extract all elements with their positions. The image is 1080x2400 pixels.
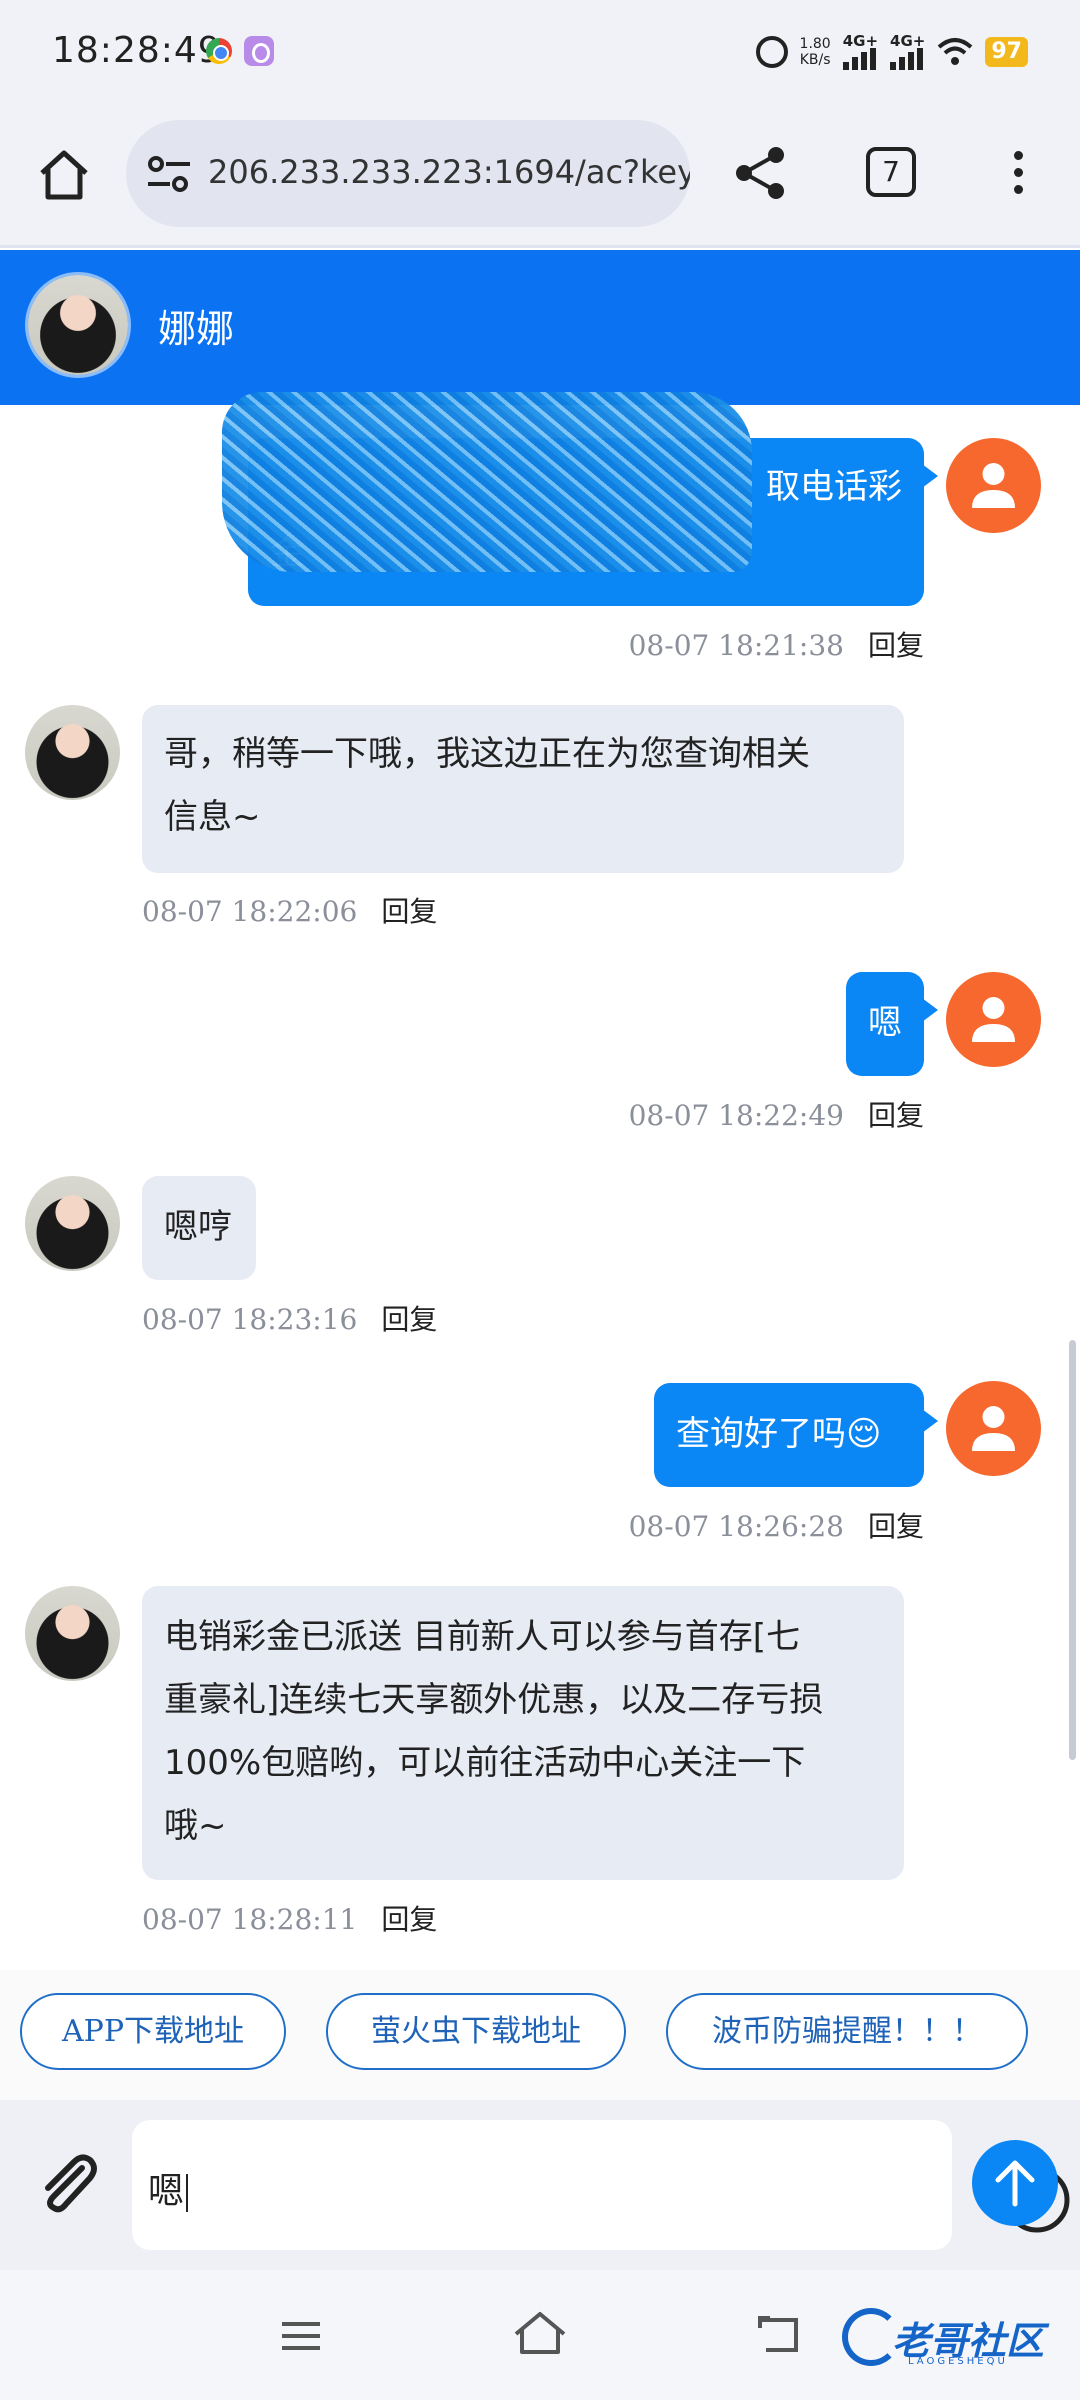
- message-input-text: 嗯: [148, 2171, 185, 2212]
- sim1-label: 4G+: [842, 32, 879, 50]
- attachment-icon[interactable]: [32, 2148, 102, 2218]
- home-icon[interactable]: [34, 145, 94, 205]
- quick-action-app-download[interactable]: APP下载地址: [20, 1993, 286, 2070]
- arrow-up-icon: [995, 2160, 1035, 2207]
- chat-header: 娜娜: [0, 250, 1080, 405]
- user-icon: [972, 463, 1015, 508]
- reply-link[interactable]: 回复: [868, 1510, 924, 1543]
- message-timestamp: 08-07 18:23:16: [142, 1303, 358, 1336]
- message-timestamp: 08-07 18:28:11: [142, 1903, 358, 1936]
- recents-icon[interactable]: [280, 2318, 322, 2354]
- message-text: 哥，稍等一下哦，我这边正在为您查询相关: [164, 734, 810, 774]
- contact-avatar[interactable]: [25, 272, 131, 378]
- network-speed: 1.80 KB/s: [800, 36, 831, 68]
- network-speed-value: 1.80: [799, 36, 831, 52]
- back-icon[interactable]: [756, 2312, 802, 2356]
- message-meta: 08-07 18:22:06 回复: [142, 890, 437, 930]
- message-meta: 08-07 18:21:38 回复: [629, 624, 924, 664]
- signal-sim1: 4G+: [842, 32, 879, 70]
- message-text: 信息~: [164, 797, 261, 837]
- message-bubble-incoming[interactable]: 嗯哼: [142, 1176, 256, 1280]
- signal-bars-icon: [890, 48, 924, 70]
- address-bar[interactable]: 206.233.233.223:1694/ac?key=: [126, 120, 690, 227]
- message-timestamp: 08-07 18:22:06: [142, 895, 358, 928]
- reply-link[interactable]: 回复: [381, 1903, 437, 1936]
- network-speed-unit: KB/s: [799, 52, 831, 68]
- message-timestamp: 08-07 18:26:28: [628, 1510, 844, 1543]
- message-text: 哦~: [164, 1806, 227, 1846]
- url-text: 206.233.233.223:1694/ac?key=: [208, 153, 690, 191]
- user-icon: [972, 997, 1015, 1042]
- status-time: 18:28:49: [52, 30, 222, 71]
- watermark-subtext: LAOGESHEQU: [908, 2356, 1008, 2367]
- message-bubble-incoming[interactable]: 电销彩金已派送 目前新人可以参与首存[七 重豪礼]连续七天享额外优惠，以及二存亏…: [142, 1586, 904, 1880]
- reply-link[interactable]: 回复: [381, 1303, 437, 1336]
- quick-action-firefly-download[interactable]: 萤火虫下载地址: [326, 1993, 626, 2070]
- message-bubble-outgoing[interactable]: 嗯: [846, 972, 938, 1076]
- message-text: 查询好了吗😌: [676, 1414, 882, 1454]
- system-nav-bar: 老哥社区 LAOGESHEQU: [0, 2270, 1080, 2400]
- user-icon: [972, 1406, 1015, 1451]
- message-text: 100%包赔哟，可以前往活动中心关注一下: [164, 1743, 806, 1783]
- message-text: 嗯哼: [164, 1207, 232, 1247]
- nav-home-icon[interactable]: [512, 2308, 568, 2358]
- sim2-label: 4G+: [890, 32, 926, 50]
- browser-toolbar: 206.233.233.223:1694/ac?key= 7: [0, 105, 1080, 248]
- message-text: 重豪礼]连续七天享额外优惠，以及二存亏损: [164, 1680, 824, 1720]
- battery-indicator: 97: [985, 37, 1028, 67]
- message-text: 嗯: [868, 1003, 902, 1043]
- message-meta: 08-07 18:28:11 回复: [142, 1898, 437, 1938]
- user-avatar: [946, 438, 1041, 533]
- quick-action-fraud-warning[interactable]: 波币防骗提醒！！！: [666, 1993, 1028, 2070]
- contact-avatar-small[interactable]: [25, 705, 120, 800]
- watermark-logo: 老哥社区 LAOGESHEQU: [842, 2302, 1064, 2372]
- contact-avatar-small[interactable]: [25, 1586, 120, 1681]
- composer: 嗯: [0, 2100, 1080, 2270]
- message-text: 电销彩金已派送 目前新人可以参与首存[七: [164, 1617, 801, 1657]
- message-input-value: 嗯: [148, 2162, 189, 2214]
- message-meta: 08-07 18:26:28 回复: [629, 1505, 924, 1545]
- contact-name: 娜娜: [158, 307, 235, 351]
- user-avatar: [946, 1381, 1041, 1476]
- more-menu-icon[interactable]: [1000, 147, 1036, 207]
- message-bubble-outgoing[interactable]: 查询好了吗😌: [654, 1383, 938, 1487]
- scrollbar[interactable]: [1069, 1340, 1076, 1760]
- text-caret: [186, 2174, 189, 2212]
- signal-sim2: 4G+: [890, 34, 925, 70]
- message-timestamp: 08-07 18:22:49: [628, 1099, 844, 1132]
- message-bubble-incoming[interactable]: 哥，稍等一下哦，我这边正在为您查询相关 信息~: [142, 705, 904, 873]
- tab-switcher-button[interactable]: 7: [866, 147, 916, 197]
- send-button[interactable]: [972, 2140, 1058, 2226]
- message-timestamp: 08-07 18:21:38: [628, 629, 844, 662]
- user-avatar: [946, 972, 1041, 1067]
- quick-actions: APP下载地址 萤火虫下载地址 波币防骗提醒！！！: [0, 1970, 1080, 2100]
- site-settings-icon[interactable]: [146, 154, 192, 194]
- status-bar: 18:28:49 1.80 KB/s 4G+ 4G+ 97: [0, 0, 1080, 105]
- redaction-scribble: [222, 392, 752, 572]
- status-indicators: 1.80 KB/s 4G+ 4G+ 97: [755, 30, 1028, 74]
- message-meta: 08-07 18:22:49 回复: [629, 1094, 924, 1134]
- signal-bars-icon: [842, 48, 876, 70]
- chrome-notification-icon: [206, 38, 232, 64]
- message-text: 取电话彩: [766, 467, 902, 507]
- wifi-icon: [938, 38, 973, 65]
- share-icon[interactable]: [730, 143, 790, 203]
- message-input[interactable]: 嗯: [132, 2120, 1070, 2250]
- app-notification-icon: [244, 36, 274, 66]
- reply-link[interactable]: 回复: [868, 1099, 924, 1132]
- reply-link[interactable]: 回复: [381, 895, 437, 928]
- alarm-icon: [755, 36, 788, 68]
- reply-link[interactable]: 回复: [868, 629, 924, 662]
- contact-avatar-small[interactable]: [25, 1176, 120, 1271]
- message-meta: 08-07 18:23:16 回复: [142, 1298, 437, 1338]
